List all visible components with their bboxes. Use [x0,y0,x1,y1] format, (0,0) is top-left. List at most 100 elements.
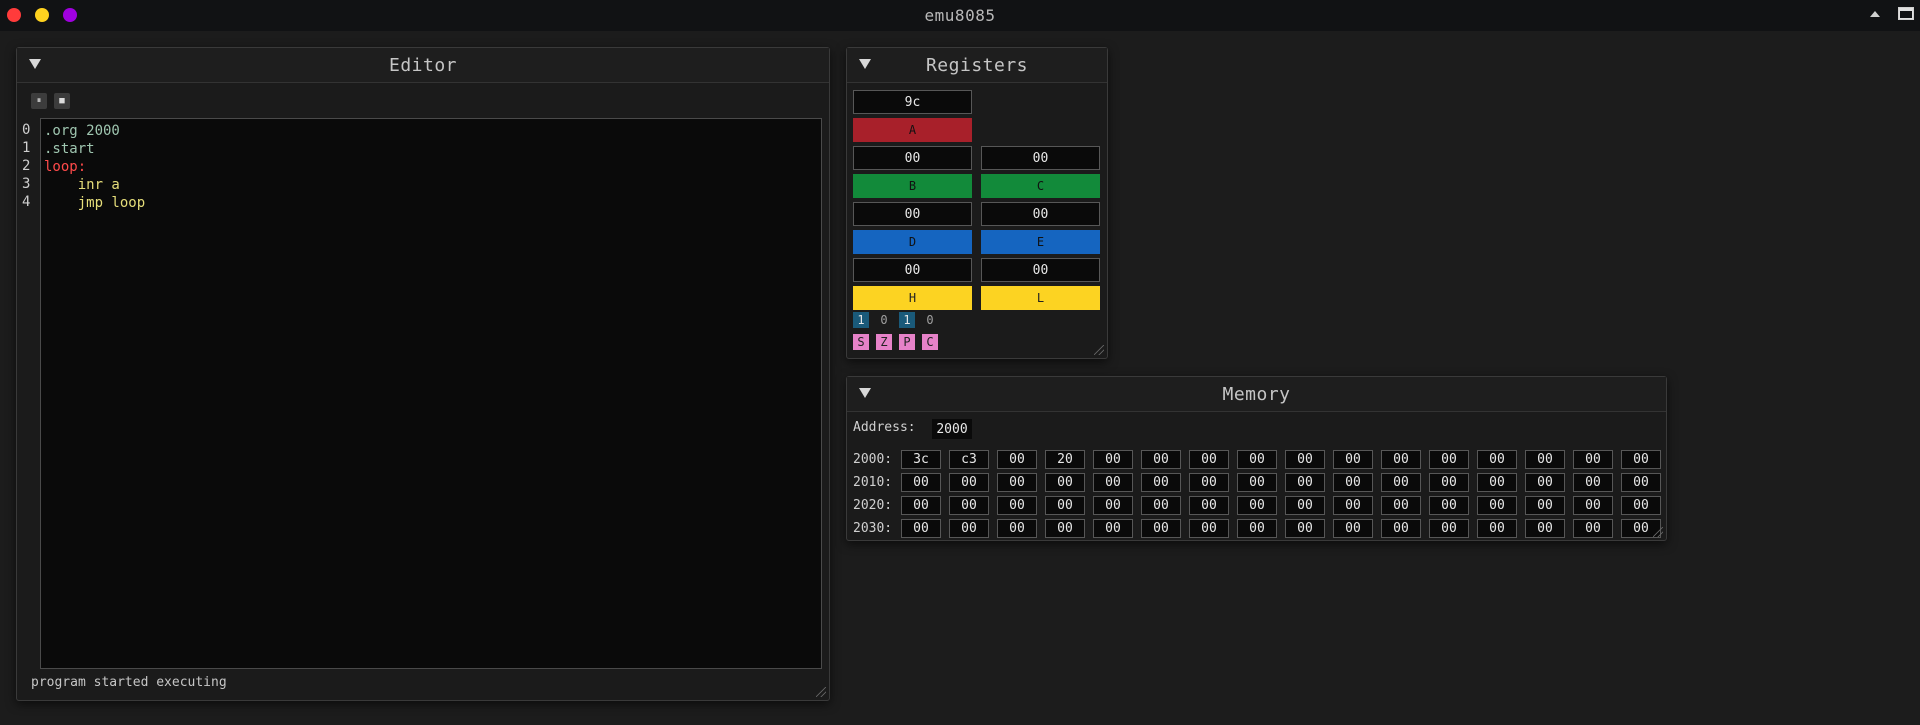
minimize-window-button[interactable] [35,8,49,22]
code-line[interactable]: loop: [44,158,818,176]
register-l-value[interactable]: 00 [981,258,1100,282]
memory-cell[interactable]: 00 [901,518,941,538]
memory-cell[interactable]: 00 [1573,518,1613,538]
register-c-label[interactable]: C [981,174,1100,198]
memory-cell[interactable]: 00 [1189,495,1229,515]
memory-cell[interactable]: 00 [1573,495,1613,515]
code-line[interactable]: inr a [44,176,818,194]
memory-cell[interactable]: 00 [1573,472,1613,492]
memory-cell[interactable]: 00 [1525,518,1565,538]
memory-cell[interactable]: 00 [1381,472,1421,492]
memory-cell[interactable]: 00 [1429,495,1469,515]
code-editor[interactable]: .org 2000 .start loop: inr a jmp loop [40,118,822,669]
code-line[interactable]: jmp loop [44,194,818,212]
register-d-value[interactable]: 00 [853,202,972,226]
code-line[interactable]: .org 2000 [44,122,818,140]
memory-cell[interactable]: 00 [1093,472,1133,492]
register-e-value[interactable]: 00 [981,202,1100,226]
memory-cell[interactable]: 00 [901,472,941,492]
chevron-up-icon[interactable] [1870,10,1880,17]
memory-cell[interactable]: 00 [1621,472,1661,492]
collapse-triangle-icon[interactable] [29,59,41,69]
memory-cell[interactable]: 00 [949,495,989,515]
register-a-label[interactable]: A [853,118,972,142]
memory-cell[interactable]: 00 [997,472,1037,492]
memory-cell[interactable]: 00 [901,495,941,515]
memory-cell[interactable]: 00 [949,472,989,492]
memory-cell[interactable]: 00 [1093,518,1133,538]
memory-cell[interactable]: 00 [1429,449,1469,469]
memory-cell[interactable]: 00 [1285,518,1325,538]
memory-cell[interactable]: 00 [997,449,1037,469]
memory-cell[interactable]: 00 [1045,518,1085,538]
memory-cell[interactable]: 00 [1237,449,1277,469]
resize-handle[interactable] [816,687,826,697]
register-l-label[interactable]: L [981,286,1100,310]
flag-z-label[interactable]: Z [876,334,892,350]
memory-cell[interactable]: 00 [1189,449,1229,469]
memory-cell[interactable]: 00 [949,518,989,538]
collapse-triangle-icon[interactable] [859,59,871,69]
memory-cell[interactable]: 20 [1045,449,1085,469]
memory-cell[interactable]: 00 [1429,518,1469,538]
memory-cell[interactable]: 00 [1525,449,1565,469]
memory-cell[interactable]: 00 [1237,472,1277,492]
memory-cell[interactable]: 00 [1141,518,1181,538]
memory-cell[interactable]: 00 [1333,518,1373,538]
memory-cell[interactable]: 00 [1285,472,1325,492]
memory-cell[interactable]: 00 [1621,495,1661,515]
memory-cell[interactable]: 00 [1525,472,1565,492]
memory-cell[interactable]: 00 [1189,518,1229,538]
collapse-triangle-icon[interactable] [859,388,871,398]
register-b-value[interactable]: 00 [853,146,972,170]
memory-cell[interactable]: 00 [1189,472,1229,492]
memory-cell[interactable]: 00 [1285,495,1325,515]
resize-handle[interactable] [1653,527,1663,537]
memory-cell[interactable]: 00 [1045,472,1085,492]
memory-cell[interactable]: 00 [1429,472,1469,492]
maximize-window-button[interactable] [63,8,77,22]
memory-cell[interactable]: 00 [1621,449,1661,469]
memory-cell[interactable]: 00 [1237,518,1277,538]
memory-cell[interactable]: 00 [1141,495,1181,515]
memory-cell[interactable]: 00 [1333,495,1373,515]
memory-cell[interactable]: 00 [1333,472,1373,492]
address-input[interactable]: 2000 [932,419,972,439]
memory-cell[interactable]: 00 [1141,449,1181,469]
memory-cell[interactable]: 00 [1381,495,1421,515]
code-line[interactable]: .start [44,140,818,158]
resize-handle[interactable] [1094,345,1104,355]
memory-cell[interactable]: 00 [1477,449,1517,469]
memory-cell[interactable]: 00 [1045,495,1085,515]
memory-cell[interactable]: 00 [1477,495,1517,515]
register-b-label[interactable]: B [853,174,972,198]
memory-cell[interactable]: 00 [1237,495,1277,515]
memory-cell[interactable]: 00 [1477,472,1517,492]
memory-cell[interactable]: 00 [1141,472,1181,492]
register-e-label[interactable]: E [981,230,1100,254]
memory-cell[interactable]: 00 [1093,495,1133,515]
memory-cell[interactable]: c3 [949,449,989,469]
register-h-label[interactable]: H [853,286,972,310]
pause-button[interactable]: ⏸ [31,93,47,109]
memory-cell[interactable]: 00 [1477,518,1517,538]
window-maximize-icon[interactable] [1898,7,1914,20]
memory-cell[interactable]: 00 [1381,518,1421,538]
flag-s-label[interactable]: S [853,334,869,350]
register-c-value[interactable]: 00 [981,146,1100,170]
flag-p-label[interactable]: P [899,334,915,350]
register-a-value[interactable]: 9c [853,90,972,114]
close-window-button[interactable] [7,8,21,22]
register-d-label[interactable]: D [853,230,972,254]
memory-cell[interactable]: 00 [1333,449,1373,469]
memory-cell[interactable]: 00 [1525,495,1565,515]
memory-cell[interactable]: 00 [1573,449,1613,469]
memory-cell[interactable]: 00 [997,495,1037,515]
memory-cell[interactable]: 00 [1381,449,1421,469]
memory-cell[interactable]: 3c [901,449,941,469]
memory-cell[interactable]: 00 [1285,449,1325,469]
register-h-value[interactable]: 00 [853,258,972,282]
flag-c-label[interactable]: C [922,334,938,350]
memory-cell[interactable]: 00 [1093,449,1133,469]
memory-cell[interactable]: 00 [997,518,1037,538]
